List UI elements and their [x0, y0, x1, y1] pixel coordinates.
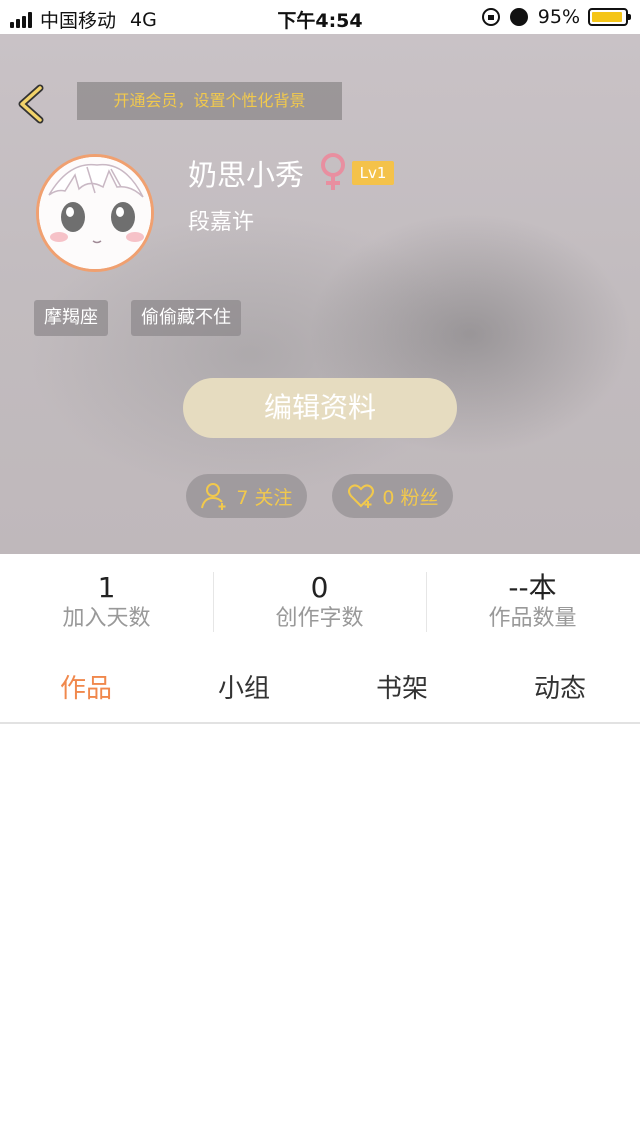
battery-icon — [588, 8, 631, 26]
lock-rotation-icon — [481, 8, 500, 26]
battery-fill — [592, 12, 623, 22]
heart-icon — [348, 484, 375, 508]
followers-button[interactable]: 0 粉丝 — [332, 474, 453, 518]
stat-works-count: --本 作品数量 — [426, 554, 639, 634]
followers-count: 0 粉丝 — [382, 486, 439, 509]
stats-divider — [213, 572, 214, 632]
tag-book: 偷偷藏不住 — [131, 300, 241, 336]
following-count: 7 关注 — [236, 486, 293, 509]
stats-divider — [426, 572, 427, 632]
back-button[interactable] — [14, 84, 50, 124]
female-icon — [321, 153, 345, 190]
stat-value: 1 — [97, 571, 116, 604]
profile-header: 开通会员，设置个性化背景 奶思小秀 Lv1 段嘉许 摩羯座 偷偷藏不住 编辑资料… — [0, 34, 640, 554]
stat-join-days: 1 加入天数 — [0, 554, 213, 634]
back-icon — [18, 84, 44, 124]
stat-word-count: 0 创作字数 — [213, 554, 426, 634]
avatar[interactable] — [36, 154, 154, 272]
vip-banner[interactable]: 开通会员，设置个性化背景 — [77, 82, 342, 120]
stats-row: 1 加入天数 0 创作字数 --本 作品数量 — [0, 554, 640, 646]
stat-label: 作品数量 — [488, 606, 577, 631]
stat-label: 加入天数 — [62, 606, 151, 631]
status-right: 95% — [481, 6, 631, 28]
username: 奶思小秀 — [188, 158, 305, 192]
avatar-illustration — [39, 157, 151, 269]
following-button[interactable]: 7 关注 — [186, 474, 307, 518]
edit-profile-button[interactable]: 编辑资料 — [183, 378, 457, 438]
tab-activity[interactable]: 动态 — [500, 668, 620, 705]
level-badge: Lv1 — [352, 161, 394, 185]
tab-groups[interactable]: 小组 — [184, 668, 304, 705]
profile-tabs: 作品 小组 书架 动态 — [0, 652, 640, 722]
stat-label: 创作字数 — [275, 606, 364, 631]
tab-content — [0, 724, 640, 1138]
profile-page: 中国移动 4G 下午4:54 95% 开通会员，设置个性化背景 奶思小秀 Lv1… — [0, 0, 640, 1138]
follow-user-icon — [201, 483, 226, 510]
battery-percent: 95% — [537, 6, 580, 28]
tab-works[interactable]: 作品 — [26, 668, 146, 705]
alarm-icon — [509, 8, 528, 26]
tag-zodiac: 摩羯座 — [34, 300, 108, 336]
stat-value: 0 — [310, 571, 329, 604]
status-bar: 中国移动 4G 下午4:54 95% — [0, 0, 640, 34]
stat-value: --本 — [508, 571, 557, 604]
tab-bookshelf[interactable]: 书架 — [342, 668, 462, 705]
real-name: 段嘉许 — [188, 210, 255, 235]
